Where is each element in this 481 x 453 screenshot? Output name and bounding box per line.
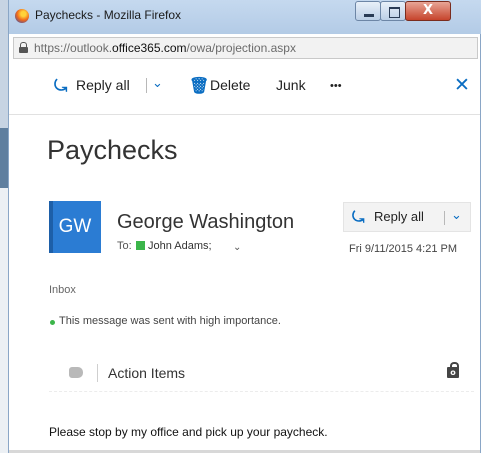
sender-avatar[interactable]: GW <box>49 201 101 253</box>
action-separator <box>97 364 98 382</box>
sender-name[interactable]: George Washington <box>117 211 294 234</box>
importance-icon <box>50 320 55 325</box>
reply-all-split-button[interactable]: ⤿ Reply all ⌄ <box>343 202 471 232</box>
presence-status-icon <box>136 241 145 250</box>
toolbar-separator <box>146 78 147 93</box>
maximize-button[interactable] <box>380 1 406 21</box>
office-store-icon[interactable]: o <box>447 362 459 378</box>
url-domain: office365.com <box>112 41 187 55</box>
reply-all-button[interactable]: Reply all <box>76 77 130 93</box>
addin-icon[interactable] <box>69 367 83 378</box>
expand-recipients-icon[interactable]: ⌄ <box>233 242 241 253</box>
firefox-icon <box>15 9 29 23</box>
message-date: Fri 9/11/2015 4:21 PM <box>349 243 458 255</box>
junk-button[interactable]: Junk <box>276 77 306 93</box>
url-path: /owa/projection.aspx <box>186 41 296 55</box>
recipient-name[interactable]: John Adams; <box>148 240 212 252</box>
message-subject: Paychecks <box>47 135 178 165</box>
address-bar[interactable]: https://outlook.office365.com/owa/projec… <box>13 37 478 59</box>
more-actions-button[interactable]: ••• <box>330 80 342 92</box>
reply-all-icon: ⤿ <box>54 76 68 95</box>
close-reading-pane-button[interactable]: ✕ <box>454 74 470 96</box>
action-items-bar: Action Items o <box>49 356 474 392</box>
reply-options-chevron-icon[interactable]: ⌄ <box>152 76 163 91</box>
message-toolbar: ⤿ Reply all ⌄ 🗑 Delete Junk ••• ✕ <box>9 62 480 115</box>
split-separator <box>444 211 445 225</box>
minimize-button[interactable] <box>355 1 381 21</box>
browser-window: Paychecks - Mozilla Firefox X https://ou… <box>8 0 481 453</box>
maximize-icon <box>389 7 400 18</box>
importance-notice: This message was sent with high importan… <box>59 315 281 327</box>
action-items-label[interactable]: Action Items <box>108 365 185 381</box>
reply-all-label[interactable]: Reply all <box>374 209 424 224</box>
minimize-icon <box>364 14 374 17</box>
close-icon: X <box>422 3 434 18</box>
message-body: Please stop by my office and pick up you… <box>49 425 328 439</box>
delete-button[interactable]: Delete <box>210 77 250 93</box>
window-title: Paychecks - Mozilla Firefox <box>35 8 182 22</box>
reply-options-chevron-icon[interactable]: ⌄ <box>451 208 462 223</box>
avatar-accent <box>49 201 53 253</box>
to-label: To: <box>117 240 132 252</box>
background-window-strip <box>0 0 8 453</box>
reply-all-icon: ⤿ <box>352 208 365 226</box>
lock-icon <box>19 42 28 53</box>
title-bar[interactable]: Paychecks - Mozilla Firefox X <box>9 0 481 34</box>
url-text: https://outlook.office365.com/owa/projec… <box>34 41 296 55</box>
url-prefix: https://outlook. <box>34 41 113 55</box>
folder-label: Inbox <box>49 284 76 296</box>
delete-icon: 🗑 <box>189 76 210 95</box>
window-close-button[interactable]: X <box>405 1 451 21</box>
